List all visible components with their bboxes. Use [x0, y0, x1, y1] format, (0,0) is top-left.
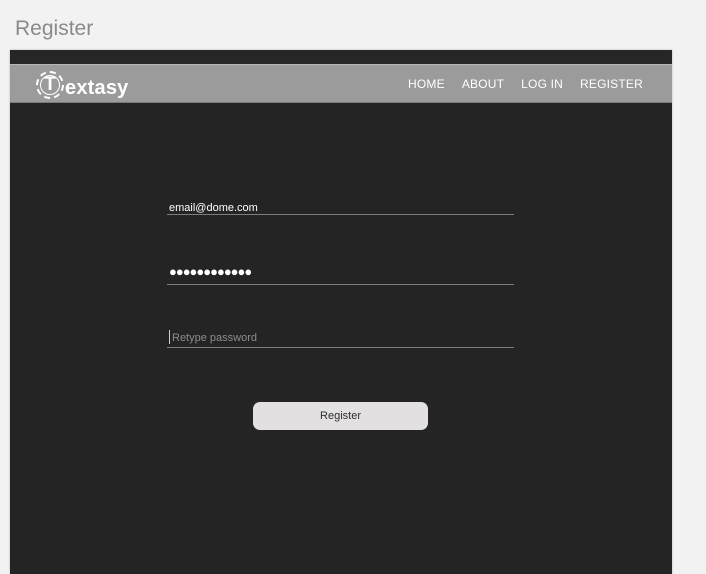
window-top-strip — [10, 50, 672, 64]
password-field[interactable]: ●●●●●●●●●●●● — [167, 259, 514, 285]
nav-about-link[interactable]: ABOUT — [462, 77, 504, 91]
nav-register-link[interactable]: REGISTER — [580, 77, 643, 91]
email-field — [167, 198, 514, 216]
app-window: T extasy HOME ABOUT LOG IN REGISTER ●●●●… — [10, 50, 672, 574]
retype-password-input[interactable] — [167, 329, 514, 347]
artboard-title: Register — [15, 17, 94, 40]
navbar: T extasy HOME ABOUT LOG IN REGISTER — [10, 64, 672, 103]
logo[interactable]: T extasy — [36, 70, 128, 100]
nav-login-link[interactable]: LOG IN — [521, 77, 563, 91]
email-input[interactable] — [167, 200, 514, 216]
logo-text: extasy — [65, 76, 129, 99]
main-nav: HOME ABOUT LOG IN REGISTER — [408, 65, 643, 102]
text-cursor — [169, 330, 170, 344]
logo-mark-letter: T — [44, 74, 56, 95]
logo-t-icon: T — [36, 71, 64, 99]
password-input[interactable]: ●●●●●●●●●●●● — [169, 265, 252, 279]
register-button[interactable]: Register — [253, 402, 428, 430]
retype-password-field — [167, 328, 514, 348]
nav-home-link[interactable]: HOME — [408, 77, 445, 91]
